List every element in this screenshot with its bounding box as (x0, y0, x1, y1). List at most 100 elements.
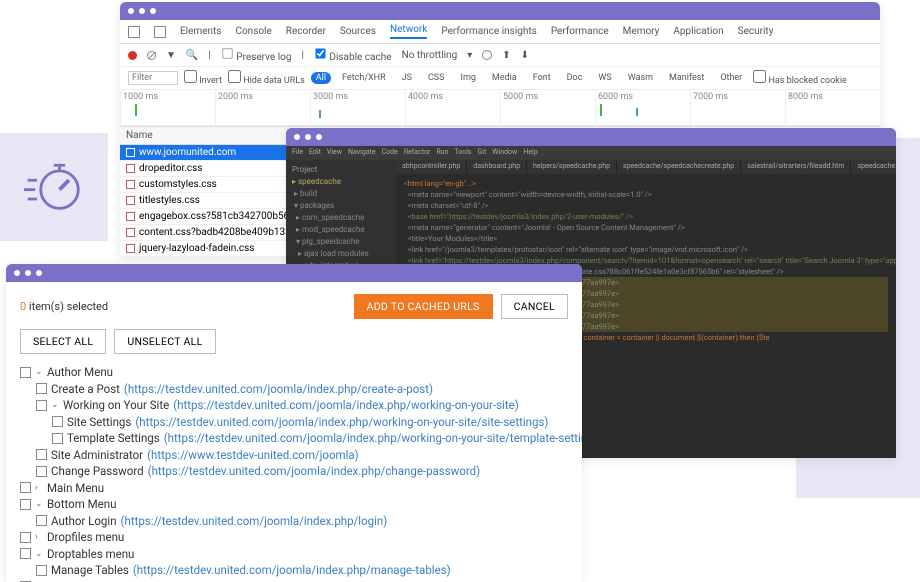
traffic-light-icon[interactable] (305, 134, 311, 140)
tree-row[interactable]: Site Settings (https://testdev.united.co… (52, 414, 568, 431)
chevron-down-icon[interactable]: ⌄ (35, 579, 43, 582)
type-pill[interactable]: JS (397, 72, 417, 84)
type-pill[interactable]: WS (593, 72, 616, 84)
tab-recorder[interactable]: Recorder (286, 26, 326, 37)
menu-item[interactable]: Help (523, 148, 537, 158)
hide-data-urls-checkbox[interactable]: Hide data URLs (228, 70, 305, 86)
chevron-right-icon[interactable]: › (35, 480, 43, 497)
checkbox-icon[interactable] (36, 449, 47, 460)
type-pill[interactable]: Media (487, 72, 522, 84)
traffic-light-icon[interactable] (150, 8, 156, 14)
traffic-light-icon[interactable] (139, 8, 145, 14)
search-icon[interactable]: 🔍 (186, 50, 198, 61)
menu-item[interactable]: Code (382, 148, 398, 158)
editor-tab[interactable]: speedcache/speedcachecreate.php (617, 160, 741, 174)
tab-performance[interactable]: Performance (551, 26, 609, 37)
editor-tab[interactable]: dashboard.php (467, 160, 527, 174)
filter-icon[interactable]: ▼ (166, 50, 176, 61)
checkbox-icon[interactable] (36, 515, 47, 526)
menu-item[interactable]: Refactor (404, 148, 431, 158)
add-to-cached-button[interactable]: ADD TO CACHED URLS (354, 294, 493, 319)
tab-sources[interactable]: Sources (340, 26, 376, 37)
tree-row[interactable]: Create a Post (https://testdev.united.co… (36, 381, 568, 398)
checkbox-icon[interactable] (20, 532, 31, 543)
editor-tab[interactable]: speedcache.xml (851, 160, 896, 174)
tab-perf-insights[interactable]: Performance insights (441, 26, 536, 37)
editor-tab[interactable]: helpers/speedcache.php (527, 160, 617, 174)
menu-item[interactable]: Git (478, 148, 487, 158)
tree-row[interactable]: Site Administrator (https://www.testdev-… (36, 447, 568, 464)
tree-row[interactable]: ⌄Bottom Menu (20, 496, 568, 513)
wifi-icon[interactable]: ▾ (467, 50, 472, 61)
traffic-light-icon[interactable] (36, 270, 42, 276)
checkbox-icon[interactable] (20, 482, 31, 493)
menu-item[interactable]: Window (492, 148, 517, 158)
type-pill[interactable]: Other (715, 72, 747, 84)
menu-item[interactable]: Tools (454, 148, 471, 158)
traffic-light-icon[interactable] (128, 8, 134, 14)
clear-icon[interactable] (147, 51, 156, 60)
type-pill-all[interactable]: All (311, 72, 331, 84)
download-icon[interactable]: ⬇ (521, 50, 529, 61)
chevron-right-icon[interactable]: › (35, 529, 43, 546)
disable-cache-checkbox[interactable]: Disable cache (314, 47, 392, 63)
editor-tab[interactable]: salestrail/sitrarters/fileadd.htm (741, 160, 851, 174)
invert-checkbox[interactable]: Invert (184, 70, 222, 86)
upload-icon[interactable]: ⬆ (502, 50, 510, 61)
inspect-icon[interactable] (128, 26, 140, 38)
cancel-button[interactable]: CANCEL (501, 294, 568, 319)
checkbox-icon[interactable] (36, 466, 47, 477)
traffic-light-icon[interactable] (14, 270, 20, 276)
checkbox-icon[interactable] (36, 383, 47, 394)
menu-item[interactable]: Navigate (348, 148, 376, 158)
checkbox-icon[interactable] (20, 548, 31, 559)
chevron-down-icon[interactable]: ⌄ (35, 364, 43, 381)
tree-row[interactable]: ⌄Droptables menu (20, 546, 568, 563)
traffic-light-icon[interactable] (294, 134, 300, 140)
type-pill[interactable]: Fetch/XHR (337, 72, 391, 84)
tree-row[interactable]: ⌄Droppics menu (20, 579, 568, 582)
traffic-light-icon[interactable] (25, 270, 31, 276)
chevron-down-icon[interactable]: ⌄ (51, 397, 59, 414)
menu-item[interactable]: Run (436, 148, 448, 158)
tree-row[interactable]: ⌄Working on Your Site (https://testdev.u… (36, 397, 568, 414)
chevron-down-icon[interactable]: ⌄ (35, 496, 43, 513)
select-all-button[interactable]: SELECT ALL (20, 329, 106, 354)
tab-console[interactable]: Console (235, 26, 271, 37)
chevron-down-icon[interactable]: ⌄ (35, 546, 43, 563)
tree-row[interactable]: Manage Tables (https://testdev.united.co… (36, 562, 568, 579)
checkbox-icon[interactable] (52, 433, 63, 444)
tree-row[interactable]: Template Settings (https://testdev.unite… (52, 430, 568, 447)
throttling-select[interactable]: No throttling (402, 50, 458, 61)
unselect-all-button[interactable]: UNSELECT ALL (114, 329, 215, 354)
checkbox-icon[interactable] (20, 367, 31, 378)
type-pill[interactable]: Img (456, 72, 481, 84)
menu-item[interactable]: View (327, 148, 342, 158)
blocked-cookies-checkbox[interactable]: Has blocked cookie (753, 70, 847, 86)
tab-network[interactable]: Network (390, 24, 427, 39)
tree-row[interactable]: ⌄Author Menu (20, 364, 568, 381)
checkbox-icon[interactable] (52, 416, 63, 427)
menu-item[interactable]: Edit (309, 148, 321, 158)
checkbox-icon[interactable] (36, 565, 47, 576)
record-icon[interactable] (128, 51, 137, 60)
type-pill[interactable]: CSS (423, 72, 450, 84)
device-icon[interactable] (154, 26, 166, 38)
devtools-timeline[interactable]: 1000 ms 2000 ms 3000 ms 4000 ms 5000 ms … (120, 90, 880, 126)
tab-memory[interactable]: Memory (623, 26, 660, 37)
tab-application[interactable]: Application (673, 26, 723, 37)
tab-security[interactable]: Security (738, 26, 774, 37)
settings-icon[interactable] (482, 50, 492, 60)
tab-elements[interactable]: Elements (180, 26, 221, 37)
tree-row[interactable]: Author Login (https://testdev.united.com… (36, 513, 568, 530)
type-pill[interactable]: Font (528, 72, 556, 84)
tree-row[interactable]: Change Password (https://testdev.united.… (36, 463, 568, 480)
filter-input[interactable] (128, 71, 178, 85)
tree-row[interactable]: ›Dropfiles menu (20, 529, 568, 546)
editor-tab[interactable]: abhpcontroller.php (396, 160, 467, 174)
checkbox-icon[interactable] (36, 400, 47, 411)
type-pill[interactable]: Wasm (623, 72, 658, 84)
preserve-log-checkbox[interactable]: Preserve log (221, 47, 292, 63)
menu-item[interactable]: File (292, 148, 303, 158)
tree-row[interactable]: ›Main Menu (20, 480, 568, 497)
